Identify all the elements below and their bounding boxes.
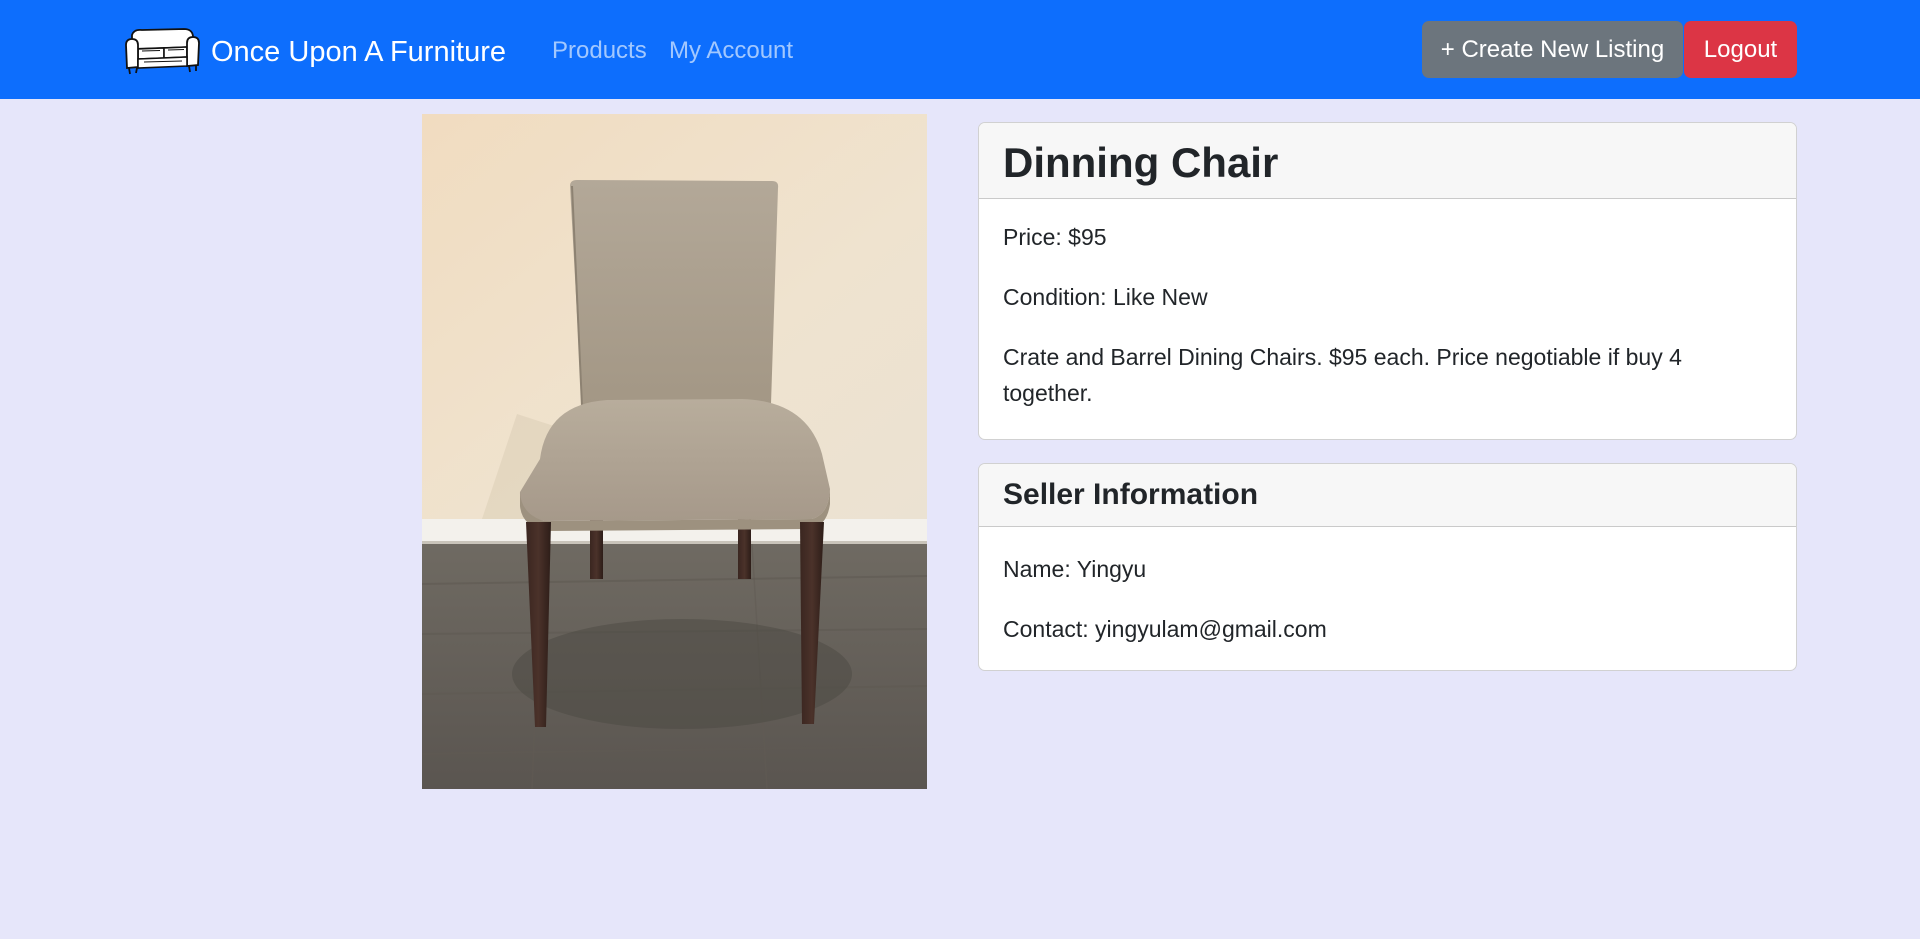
product-description: Crate and Barrel Dining Chairs. $95 each… xyxy=(1003,344,1682,406)
logout-button[interactable]: Logout xyxy=(1684,21,1797,78)
seller-card-header: Seller Information xyxy=(979,464,1796,527)
product-card: Dinning Chair Price: $95 Condition: Like… xyxy=(978,122,1797,440)
product-card-header: Dinning Chair xyxy=(979,123,1796,199)
nav-link-my-account[interactable]: My Account xyxy=(669,34,793,68)
seller-card-body: Name: Yingyu Contact: yingyulam@gmail.co… xyxy=(979,527,1796,647)
brand-link[interactable]: Once Upon A Furniture xyxy=(124,27,506,77)
product-title: Dinning Chair xyxy=(1003,138,1279,186)
seller-contact: Contact: yingyulam@gmail.com xyxy=(1003,616,1327,642)
product-card-body: Price: $95 Condition: Like New Crate and… xyxy=(979,199,1796,411)
product-condition: Condition: Like New xyxy=(1003,284,1208,310)
product-price: Price: $95 xyxy=(1003,224,1107,250)
nav-link-products[interactable]: Products xyxy=(552,34,647,68)
create-new-listing-button[interactable]: + Create New Listing xyxy=(1422,21,1683,78)
product-image xyxy=(422,114,927,789)
navbar: Once Upon A Furniture Products My Accoun… xyxy=(0,0,1920,99)
seller-card: Seller Information Name: Yingyu Contact:… xyxy=(978,463,1797,671)
sofa-icon xyxy=(125,28,200,75)
brand-name: Once Upon A Furniture xyxy=(211,35,506,68)
seller-name: Name: Yingyu xyxy=(1003,556,1147,582)
seller-information-heading: Seller Information xyxy=(1003,478,1259,511)
